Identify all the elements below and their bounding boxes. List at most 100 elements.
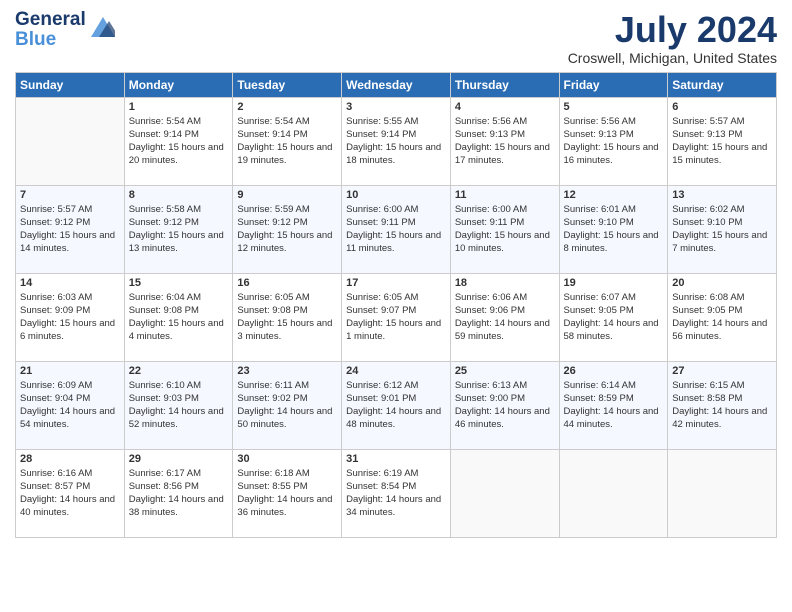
day-info: Sunrise: 5:56 AMSunset: 9:13 PMDaylight:… [455, 115, 555, 168]
calendar-cell: 9 Sunrise: 5:59 AMSunset: 9:12 PMDaylight… [233, 185, 342, 273]
logo-general: General [15, 10, 86, 30]
calendar-cell: 17 Sunrise: 6:05 AMSunset: 9:07 PMDayligh… [342, 273, 451, 361]
main-container: General Blue July 2024 Croswell, Michiga… [0, 0, 792, 548]
day-info: Sunrise: 6:09 AMSunset: 9:04 PMDaylight:… [20, 379, 120, 432]
day-number: 5 [564, 101, 664, 113]
week-row-3: 14 Sunrise: 6:03 AMSunset: 9:09 PMDayligh… [16, 273, 777, 361]
calendar-cell: 11Sunrise: 6:00 AMSunset: 9:11 PMDayligh… [450, 185, 559, 273]
calendar-cell: 4 Sunrise: 5:56 AMSunset: 9:13 PMDaylight… [450, 97, 559, 185]
calendar-cell: 20 Sunrise: 6:08 AMSunset: 9:05 PMDayligh… [668, 273, 777, 361]
calendar-cell: 31Sunrise: 6:19 AMSunset: 8:54 PMDayligh… [342, 449, 451, 537]
day-number: 22 [129, 365, 229, 377]
logo-icon [91, 17, 115, 44]
day-number: 15 [129, 277, 229, 289]
day-number: 12 [564, 189, 664, 201]
day-info: Sunrise: 6:03 AMSunset: 9:09 PMDaylight:… [20, 291, 120, 344]
day-number: 6 [672, 101, 772, 113]
calendar-cell: 21 Sunrise: 6:09 AMSunset: 9:04 PMDayligh… [16, 361, 125, 449]
day-number: 21 [20, 365, 120, 377]
day-info: Sunrise: 6:16 AMSunset: 8:57 PMDaylight:… [20, 467, 120, 520]
day-number: 2 [237, 101, 337, 113]
day-info: Sunrise: 6:06 AMSunset: 9:06 PMDaylight:… [455, 291, 555, 344]
title-block: July 2024 Croswell, Michigan, United Sta… [568, 10, 777, 66]
day-info: Sunrise: 5:54 AMSunset: 9:14 PMDaylight:… [129, 115, 229, 168]
day-number: 7 [20, 189, 120, 201]
day-number: 29 [129, 453, 229, 465]
day-info: Sunrise: 6:10 AMSunset: 9:03 PMDaylight:… [129, 379, 229, 432]
day-number: 27 [672, 365, 772, 377]
day-info: Sunrise: 6:02 AMSunset: 9:10 PMDaylight:… [672, 203, 772, 256]
day-info: Sunrise: 6:15 AMSunset: 8:58 PMDaylight:… [672, 379, 772, 432]
day-number: 23 [237, 365, 337, 377]
day-number: 17 [346, 277, 446, 289]
day-header-tuesday: Tuesday [233, 72, 342, 97]
calendar-cell: 27 Sunrise: 6:15 AMSunset: 8:58 PMDayligh… [668, 361, 777, 449]
day-info: Sunrise: 6:13 AMSunset: 9:00 PMDaylight:… [455, 379, 555, 432]
day-number: 14 [20, 277, 120, 289]
calendar-header-row: SundayMondayTuesdayWednesdayThursdayFrid… [16, 72, 777, 97]
day-info: Sunrise: 5:54 AMSunset: 9:14 PMDaylight:… [237, 115, 337, 168]
day-header-monday: Monday [124, 72, 233, 97]
day-info: Sunrise: 6:12 AMSunset: 9:01 PMDaylight:… [346, 379, 446, 432]
day-info: Sunrise: 6:05 AMSunset: 9:08 PMDaylight:… [237, 291, 337, 344]
day-info: Sunrise: 6:17 AMSunset: 8:56 PMDaylight:… [129, 467, 229, 520]
calendar-cell: 2 Sunrise: 5:54 AMSunset: 9:14 PMDaylight… [233, 97, 342, 185]
calendar-cell: 14 Sunrise: 6:03 AMSunset: 9:09 PMDayligh… [16, 273, 125, 361]
calendar-cell: 6Sunrise: 5:57 AMSunset: 9:13 PMDaylight… [668, 97, 777, 185]
calendar-cell: 5Sunrise: 5:56 AMSunset: 9:13 PMDaylight… [559, 97, 668, 185]
calendar-cell: 24Sunrise: 6:12 AMSunset: 9:01 PMDayligh… [342, 361, 451, 449]
day-header-thursday: Thursday [450, 72, 559, 97]
day-header-friday: Friday [559, 72, 668, 97]
header: General Blue July 2024 Croswell, Michiga… [15, 10, 777, 66]
calendar-cell [450, 449, 559, 537]
day-info: Sunrise: 6:04 AMSunset: 9:08 PMDaylight:… [129, 291, 229, 344]
day-info: Sunrise: 6:08 AMSunset: 9:05 PMDaylight:… [672, 291, 772, 344]
calendar-cell: 15 Sunrise: 6:04 AMSunset: 9:08 PMDayligh… [124, 273, 233, 361]
day-number: 16 [237, 277, 337, 289]
calendar-cell [668, 449, 777, 537]
day-number: 11 [455, 189, 555, 201]
day-number: 25 [455, 365, 555, 377]
day-number: 31 [346, 453, 446, 465]
day-info: Sunrise: 5:59 AMSunset: 9:12 PMDaylight:… [237, 203, 337, 256]
day-info: Sunrise: 6:05 AMSunset: 9:07 PMDaylight:… [346, 291, 446, 344]
logo-blue: Blue [15, 30, 86, 50]
calendar-cell: 30Sunrise: 6:18 AMSunset: 8:55 PMDayligh… [233, 449, 342, 537]
calendar-cell: 29 Sunrise: 6:17 AMSunset: 8:56 PMDayligh… [124, 449, 233, 537]
day-number: 9 [237, 189, 337, 201]
day-info: Sunrise: 5:57 AMSunset: 9:12 PMDaylight:… [20, 203, 120, 256]
day-header-wednesday: Wednesday [342, 72, 451, 97]
calendar-cell: 10Sunrise: 6:00 AMSunset: 9:11 PMDayligh… [342, 185, 451, 273]
day-number: 3 [346, 101, 446, 113]
calendar-cell: 7 Sunrise: 5:57 AMSunset: 9:12 PMDaylight… [16, 185, 125, 273]
calendar-cell: 26 Sunrise: 6:14 AMSunset: 8:59 PMDayligh… [559, 361, 668, 449]
calendar-cell [16, 97, 125, 185]
calendar-cell: 23 Sunrise: 6:11 AMSunset: 9:02 PMDayligh… [233, 361, 342, 449]
day-number: 20 [672, 277, 772, 289]
calendar-cell [559, 449, 668, 537]
calendar-cell: 19Sunrise: 6:07 AMSunset: 9:05 PMDayligh… [559, 273, 668, 361]
day-number: 18 [455, 277, 555, 289]
day-number: 13 [672, 189, 772, 201]
calendar-cell: 16 Sunrise: 6:05 AMSunset: 9:08 PMDayligh… [233, 273, 342, 361]
day-number: 26 [564, 365, 664, 377]
calendar-cell: 28 Sunrise: 6:16 AMSunset: 8:57 PMDayligh… [16, 449, 125, 537]
calendar-cell: 18 Sunrise: 6:06 AMSunset: 9:06 PMDayligh… [450, 273, 559, 361]
week-row-5: 28 Sunrise: 6:16 AMSunset: 8:57 PMDayligh… [16, 449, 777, 537]
day-number: 1 [129, 101, 229, 113]
day-info: Sunrise: 6:11 AMSunset: 9:02 PMDaylight:… [237, 379, 337, 432]
day-number: 4 [455, 101, 555, 113]
day-number: 28 [20, 453, 120, 465]
calendar-cell: 22 Sunrise: 6:10 AMSunset: 9:03 PMDayligh… [124, 361, 233, 449]
week-row-1: 1 Sunrise: 5:54 AMSunset: 9:14 PMDaylight… [16, 97, 777, 185]
day-info: Sunrise: 6:00 AMSunset: 9:11 PMDaylight:… [346, 203, 446, 256]
week-row-4: 21 Sunrise: 6:09 AMSunset: 9:04 PMDayligh… [16, 361, 777, 449]
calendar-cell: 1 Sunrise: 5:54 AMSunset: 9:14 PMDaylight… [124, 97, 233, 185]
week-row-2: 7 Sunrise: 5:57 AMSunset: 9:12 PMDaylight… [16, 185, 777, 273]
calendar-cell: 25 Sunrise: 6:13 AMSunset: 9:00 PMDayligh… [450, 361, 559, 449]
day-header-saturday: Saturday [668, 72, 777, 97]
calendar-cell: 13 Sunrise: 6:02 AMSunset: 9:10 PMDayligh… [668, 185, 777, 273]
day-info: Sunrise: 6:14 AMSunset: 8:59 PMDaylight:… [564, 379, 664, 432]
day-info: Sunrise: 6:01 AMSunset: 9:10 PMDaylight:… [564, 203, 664, 256]
day-info: Sunrise: 5:55 AMSunset: 9:14 PMDaylight:… [346, 115, 446, 168]
